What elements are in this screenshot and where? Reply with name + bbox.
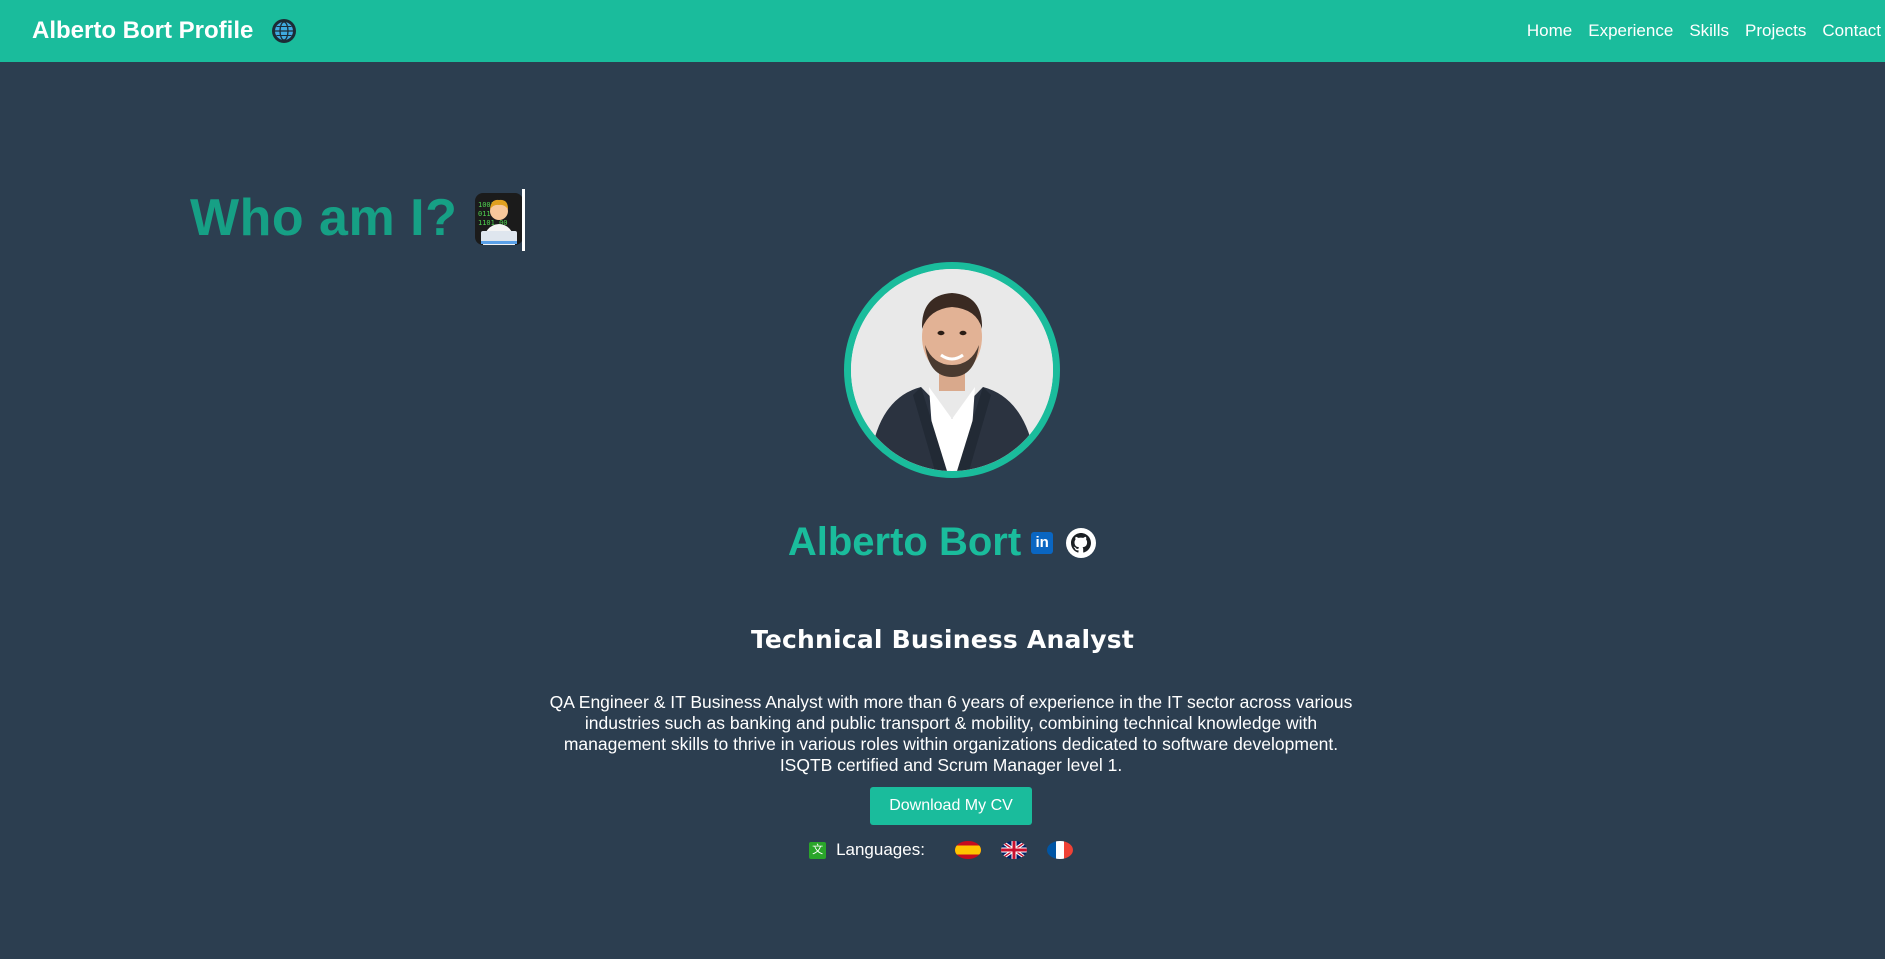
navbar: Alberto Bort Profile Home Experience Ski… [0, 0, 1885, 62]
site-title[interactable]: Alberto Bort Profile [32, 17, 253, 45]
nav-projects[interactable]: Projects [1745, 21, 1806, 41]
nav-home[interactable]: Home [1527, 21, 1572, 41]
brand: Alberto Bort Profile [32, 17, 297, 45]
text-cursor [522, 189, 526, 251]
nav-skills[interactable]: Skills [1689, 21, 1729, 41]
name-row: Alberto Bort in [0, 520, 1885, 565]
language-icon: 文 [809, 841, 827, 859]
technologist-icon: 1001 01 0110 10 1101 00 [475, 189, 526, 251]
languages-row: 文 Languages: [0, 840, 1885, 860]
languages-group: 文 Languages: [809, 840, 1073, 860]
page-title: Who am I? [190, 189, 458, 247]
spanish-flag-icon[interactable] [954, 841, 981, 859]
main-nav: Home Experience Skills Projects Contact [1527, 0, 1885, 62]
avatar [851, 269, 1053, 471]
about-heading-row: Who am I? 1001 01 0110 10 1101 00 [190, 188, 526, 251]
nav-contact[interactable]: Contact [1822, 21, 1881, 41]
uk-flag-icon[interactable] [1000, 841, 1027, 859]
french-flag-icon[interactable] [1046, 841, 1073, 859]
profile-photo-frame [844, 262, 1060, 478]
profile-name: Alberto Bort [787, 520, 1022, 564]
nav-experience[interactable]: Experience [1588, 21, 1673, 41]
bio-text: QA Engineer & IT Business Analyst with m… [549, 692, 1353, 775]
linkedin-icon[interactable]: in [1031, 531, 1054, 554]
github-icon[interactable] [1065, 527, 1097, 559]
social-links: in [1031, 527, 1097, 559]
globe-icon [271, 18, 297, 44]
languages-label: Languages: [836, 840, 925, 859]
job-title: Technical Business Analyst [750, 625, 1135, 654]
download-cv-button[interactable]: Download My CV [870, 787, 1032, 825]
